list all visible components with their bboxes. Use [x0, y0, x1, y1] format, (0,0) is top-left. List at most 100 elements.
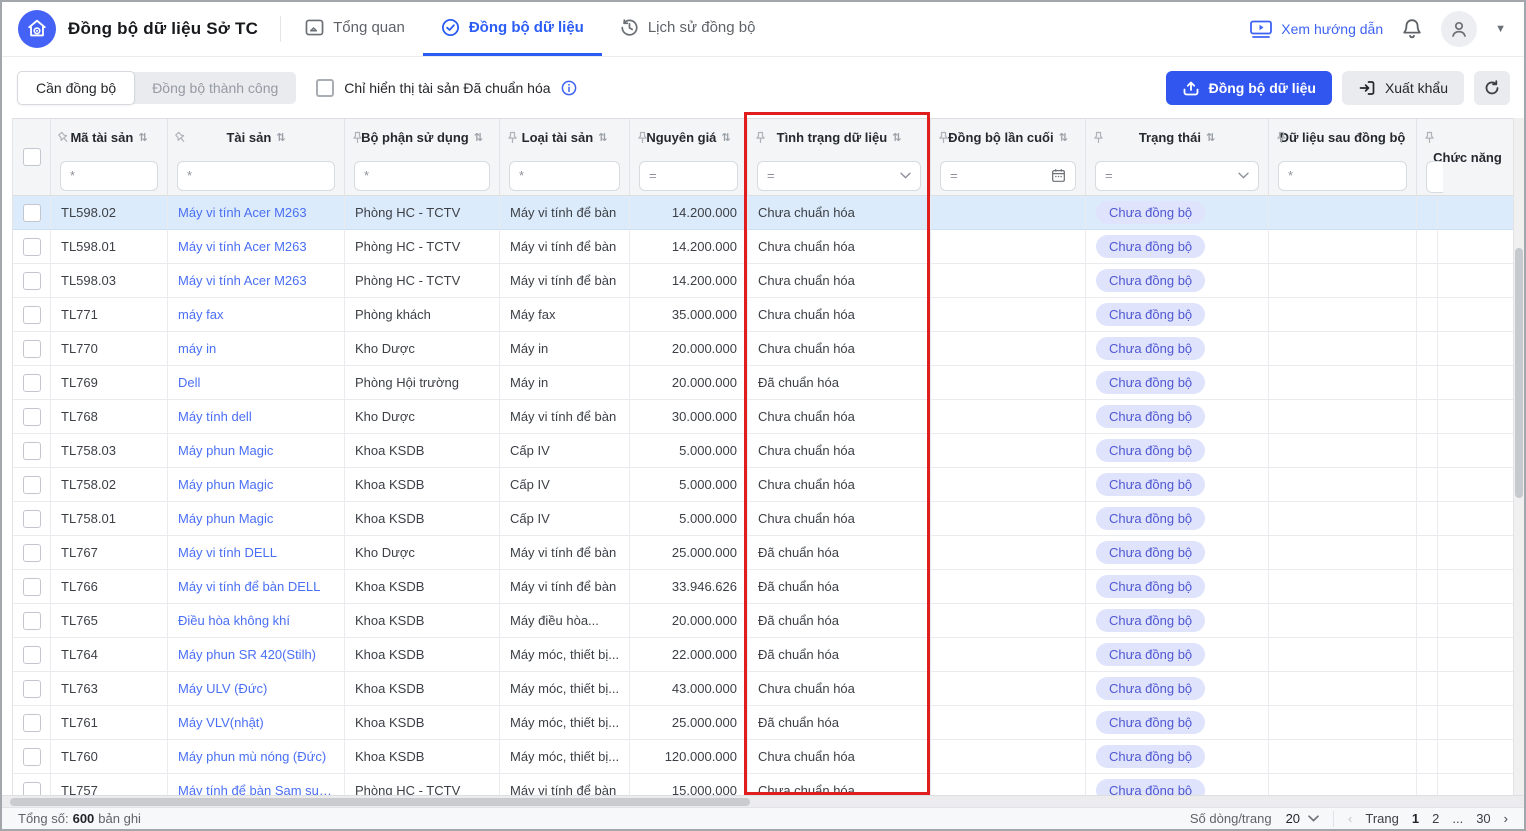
row-checkbox[interactable] — [23, 340, 41, 358]
pin-icon[interactable] — [352, 131, 363, 144]
row-checkbox[interactable] — [23, 578, 41, 596]
notification-bell-icon[interactable] — [1401, 17, 1423, 41]
row-checkbox[interactable] — [23, 748, 41, 766]
rows-per-page-caret-icon[interactable] — [1308, 815, 1319, 822]
user-avatar[interactable] — [1441, 11, 1477, 47]
filter-input-price[interactable]: = — [639, 161, 738, 191]
sort-icon[interactable]: ⇅ — [1206, 131, 1215, 144]
asset-name-link[interactable]: Máy vi tính để bàn DELL — [178, 579, 320, 594]
asset-name-link[interactable]: Máy vi tính Acer M263 — [178, 205, 307, 220]
row-checkbox[interactable] — [23, 646, 41, 664]
row-checkbox[interactable] — [23, 442, 41, 460]
sort-icon[interactable]: ⇅ — [276, 131, 285, 144]
filter-input-after_sync[interactable]: * — [1278, 161, 1407, 191]
cell-last_sync — [931, 366, 1086, 400]
row-checkbox[interactable] — [23, 544, 41, 562]
row-checkbox[interactable] — [23, 238, 41, 256]
pin-icon[interactable] — [507, 131, 518, 144]
pin-icon[interactable] — [755, 131, 766, 144]
sync-data-button[interactable]: Đồng bộ dữ liệu — [1166, 71, 1332, 105]
cell-data_status: Chưa chuẩn hóa — [748, 740, 931, 774]
row-checkbox[interactable] — [23, 476, 41, 494]
column-header-cb — [13, 119, 51, 195]
sort-icon[interactable]: ⇅ — [721, 131, 730, 144]
cell-code: TL766 — [51, 570, 168, 604]
filter-input-dept[interactable]: * — [354, 161, 490, 191]
pin-icon[interactable] — [637, 131, 648, 144]
row-checkbox[interactable] — [23, 782, 41, 796]
asset-name-link[interactable]: máy fax — [178, 307, 224, 322]
row-checkbox[interactable] — [23, 612, 41, 630]
row-checkbox[interactable] — [23, 272, 41, 290]
asset-name-link[interactable]: Máy ULV (Đức) — [178, 681, 267, 696]
asset-name-link[interactable]: Dell — [178, 375, 200, 390]
segment-need-sync[interactable]: Cần đồng bộ — [17, 71, 135, 105]
asset-name-link[interactable]: Điều hòa không khí — [178, 613, 290, 628]
asset-name-link[interactable]: máy in — [178, 341, 216, 356]
filter-input-data_status[interactable]: = — [757, 161, 921, 191]
total-records-suffix: bản ghi — [98, 811, 141, 826]
page-button-2[interactable]: 2 — [1432, 811, 1439, 826]
pin-icon[interactable] — [1093, 131, 1104, 144]
asset-name-link[interactable]: Máy phun Magic — [178, 443, 273, 458]
sort-icon[interactable]: ⇅ — [138, 131, 147, 144]
vertical-scrollbar-thumb[interactable] — [1515, 248, 1523, 498]
asset-name-link[interactable]: Máy tính để bàn Sam sung(t — [178, 783, 334, 795]
next-page-button[interactable]: › — [1504, 811, 1508, 826]
cell-type: Máy móc, thiết bị... — [500, 672, 630, 706]
asset-name-link[interactable]: Máy vi tính Acer M263 — [178, 239, 307, 254]
cell-name: Máy phun Magic — [168, 434, 345, 468]
pin-icon[interactable] — [58, 131, 69, 144]
filter-input-sync_status[interactable]: = — [1095, 161, 1259, 191]
tab-sync-history[interactable]: Lịch sử đồng bộ — [602, 2, 774, 56]
asset-name-link[interactable]: Máy tính dell — [178, 409, 252, 424]
row-checkbox[interactable] — [23, 680, 41, 698]
cell-data_status: Chưa chuẩn hóa — [748, 332, 931, 366]
actions-filter-input[interactable] — [1426, 161, 1443, 193]
cell-actions — [1438, 230, 1518, 264]
row-checkbox[interactable] — [23, 374, 41, 392]
row-checkbox[interactable] — [23, 204, 41, 222]
row-checkbox[interactable] — [23, 714, 41, 732]
sort-icon[interactable]: ⇅ — [598, 131, 607, 144]
row-checkbox[interactable] — [23, 306, 41, 324]
asset-name-link[interactable]: Máy vi tính Acer M263 — [178, 273, 307, 288]
pin-icon[interactable] — [1276, 131, 1287, 144]
segment-sync-success[interactable]: Đồng bộ thành công — [134, 72, 296, 104]
refresh-button[interactable] — [1474, 71, 1510, 105]
tab-overview[interactable]: Tổng quan — [287, 2, 423, 56]
horizontal-scrollbar-thumb[interactable] — [10, 798, 750, 806]
asset-name-link[interactable]: Máy vi tính DELL — [178, 545, 277, 560]
row-checkbox[interactable] — [23, 408, 41, 426]
standardized-only-checkbox[interactable] — [316, 79, 334, 97]
asset-name-link[interactable]: Máy phun Magic — [178, 477, 273, 492]
cell-code: TL763 — [51, 672, 168, 706]
pin-icon[interactable] — [938, 131, 949, 144]
account-menu-caret-icon[interactable]: ▼ — [1495, 23, 1506, 35]
view-guide-link[interactable]: Xem hướng dẫn — [1249, 19, 1383, 39]
filter-input-code[interactable]: * — [60, 161, 158, 191]
pin-icon[interactable] — [175, 131, 186, 144]
filter-input-name[interactable]: * — [177, 161, 335, 191]
page-button-30[interactable]: 30 — [1476, 811, 1490, 826]
rows-per-page-value[interactable]: 20 — [1286, 811, 1300, 826]
info-icon[interactable] — [561, 80, 577, 96]
sort-icon[interactable]: ⇅ — [474, 131, 483, 144]
select-all-checkbox[interactable] — [23, 148, 41, 166]
asset-name-link[interactable]: Máy phun mù nóng (Đức) — [178, 749, 326, 764]
filter-input-last_sync[interactable]: = — [940, 161, 1076, 191]
cell-last_sync — [931, 536, 1086, 570]
sort-icon[interactable]: ⇅ — [892, 131, 901, 144]
export-button[interactable]: Xuất khẩu — [1342, 71, 1464, 105]
filter-input-type[interactable]: * — [509, 161, 620, 191]
calendar-icon[interactable] — [1051, 168, 1066, 183]
vertical-scrollbar[interactable] — [1513, 118, 1524, 795]
asset-name-link[interactable]: Máy phun SR 420(Stilh) — [178, 647, 316, 662]
asset-name-link[interactable]: Máy phun Magic — [178, 511, 273, 526]
asset-name-link[interactable]: Máy VLV(nhật) — [178, 715, 264, 730]
row-checkbox[interactable] — [23, 510, 41, 528]
prev-page-button[interactable]: ‹ — [1348, 811, 1352, 826]
tab-data-sync[interactable]: Đồng bộ dữ liệu — [423, 2, 602, 56]
sort-icon[interactable]: ⇅ — [1059, 131, 1068, 144]
page-button-1[interactable]: 1 — [1412, 811, 1419, 826]
